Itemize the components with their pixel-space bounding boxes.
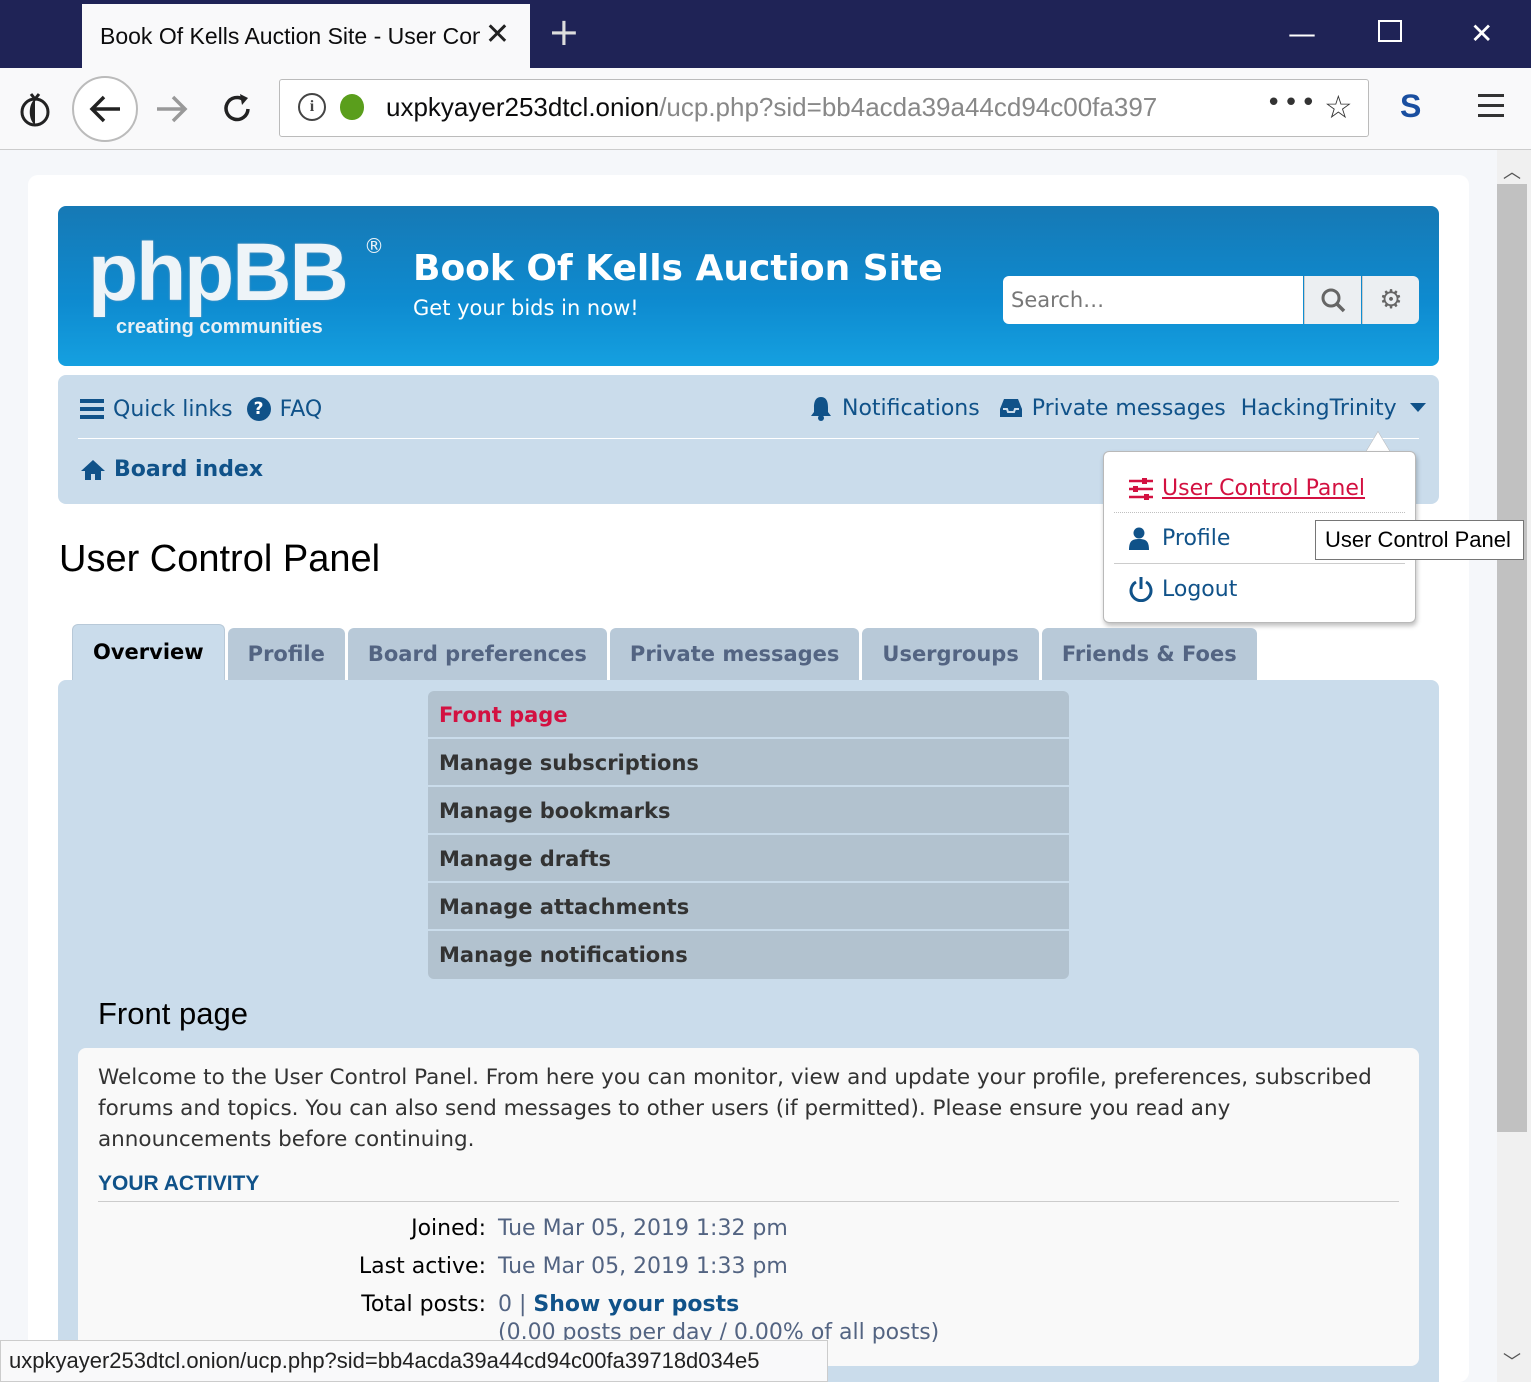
tab-profile[interactable]: Profile xyxy=(227,628,345,680)
caret-down-icon[interactable] xyxy=(1409,402,1427,414)
scroll-up-icon[interactable]: ︿ xyxy=(1503,158,1521,184)
logo-text: phpBB xyxy=(88,227,349,318)
joined-value: Tue Mar 05, 2019 1:32 pm xyxy=(498,1216,788,1241)
close-tab-icon[interactable]: ✕ xyxy=(485,20,510,50)
sliders-icon xyxy=(1129,477,1153,500)
minimize-icon[interactable]: — xyxy=(1288,14,1316,54)
nav-left: Quick links ? FAQ xyxy=(80,395,322,423)
scroll-thumb[interactable] xyxy=(1497,184,1527,1132)
menu-item-logout-label: Logout xyxy=(1162,576,1238,602)
show-posts-link[interactable]: Show your posts xyxy=(533,1292,739,1317)
username-link[interactable]: HackingTrinity xyxy=(1241,396,1397,421)
tab-board-preferences[interactable]: Board preferences xyxy=(347,628,607,680)
browser-toolbar: i uxpkyayer253dtcl.onion/ucp.php?sid=bb4… xyxy=(0,68,1531,150)
vertical-scrollbar[interactable]: ︿ ﹀ xyxy=(1497,150,1531,1382)
menu-divider xyxy=(1114,563,1405,564)
submenu-manage-notifications[interactable]: Manage notifications xyxy=(428,931,1069,979)
joined-label: Joined: xyxy=(411,1216,486,1241)
quick-links[interactable]: Quick links xyxy=(113,397,233,422)
url-host: uxpkyayer253dtcl.onion xyxy=(386,92,660,122)
menu-item-profile[interactable]: Profile xyxy=(1128,526,1230,551)
menu-item-profile-label: Profile xyxy=(1162,526,1231,551)
maximize-icon[interactable] xyxy=(1378,20,1402,42)
tooltip: User Control Panel xyxy=(1315,520,1524,560)
power-icon xyxy=(1129,577,1153,602)
welcome-text: Welcome to the User Control Panel. From … xyxy=(98,1065,1372,1152)
menu-item-ucp[interactable]: User Control Panel xyxy=(1128,476,1365,501)
logo-tagline: creating communities xyxy=(116,316,323,338)
browser-tab[interactable]: Book Of Kells Auction Site - User Contro… xyxy=(82,4,530,68)
page-actions-icon[interactable]: ••• xyxy=(1266,88,1318,118)
notifications-link[interactable]: Notifications xyxy=(842,396,980,421)
private-messages-link[interactable]: Private messages xyxy=(1032,396,1226,421)
new-tab-button[interactable]: + xyxy=(548,12,580,52)
hamburger-menu-icon[interactable] xyxy=(1478,94,1504,124)
status-bar: uxpkyayer253dtcl.onion/ucp.php?sid=bb4ac… xyxy=(0,1340,828,1382)
tab-friends-foes[interactable]: Friends & Foes xyxy=(1041,628,1257,680)
site-header: phpBB creating communities ® Book Of Kel… xyxy=(58,206,1439,366)
menu-item-ucp-label: User Control Panel xyxy=(1162,476,1366,501)
arrow-left-icon xyxy=(89,95,120,123)
gear-icon: ⚙ xyxy=(1379,285,1403,315)
total-posts-label: Total posts: xyxy=(361,1292,486,1317)
board-index-link[interactable]: Board index xyxy=(80,457,263,482)
ucp-tabs: Overview Profile Board preferences Priva… xyxy=(72,624,1260,680)
scroll-down-icon[interactable]: ﹀ xyxy=(1503,1348,1521,1374)
ucp-submenu: Front page Manage subscriptions Manage b… xyxy=(428,691,1069,979)
reload-button[interactable] xyxy=(220,92,254,126)
submenu-manage-bookmarks[interactable]: Manage bookmarks xyxy=(428,787,1069,835)
site-description: Get your bids in now! xyxy=(413,296,639,320)
registered-mark: ® xyxy=(364,234,384,258)
tab-title: Book Of Kells Auction Site - User Contro… xyxy=(100,22,480,49)
home-icon xyxy=(81,459,105,480)
submenu-front-page[interactable]: Front page xyxy=(428,691,1069,739)
extension-s-icon[interactable]: S xyxy=(1400,88,1421,125)
tab-overview[interactable]: Overview xyxy=(72,624,225,680)
question-circle-icon: ? xyxy=(246,397,271,421)
submenu-manage-subscriptions[interactable]: Manage subscriptions xyxy=(428,739,1069,787)
forward-button[interactable] xyxy=(155,94,189,124)
menu-item-logout[interactable]: Logout xyxy=(1128,576,1237,602)
search-input[interactable]: Search… xyxy=(1003,276,1303,324)
url-path: /ucp.php?sid=bb4acda39a44cd94c00fa397 xyxy=(659,92,1158,122)
browser-titlebar: Book Of Kells Auction Site - User Contro… xyxy=(0,0,1531,68)
front-page-content: Welcome to the User Control Panel. From … xyxy=(78,1048,1419,1366)
total-posts-value: 0 | Show your posts xyxy=(498,1292,739,1317)
user-icon xyxy=(1129,527,1149,550)
advanced-search-button[interactable]: ⚙ xyxy=(1362,276,1419,324)
window-close-icon[interactable]: ✕ xyxy=(1470,14,1493,54)
bookmark-star-icon[interactable]: ☆ xyxy=(1324,88,1353,126)
board-index-label: Board index xyxy=(114,457,264,482)
onion-site-icon[interactable] xyxy=(340,94,364,120)
address-bar[interactable]: i uxpkyayer253dtcl.onion/ucp.php?sid=bb4… xyxy=(279,79,1369,137)
nav-right: Notifications Private messages HackingTr… xyxy=(808,395,1427,421)
tor-onion-icon[interactable] xyxy=(18,90,52,128)
menu-divider xyxy=(1114,512,1405,513)
faq-link[interactable]: FAQ xyxy=(280,397,323,422)
page-title: User Control Panel xyxy=(59,538,381,580)
last-active-label: Last active: xyxy=(358,1254,486,1279)
submenu-manage-attachments[interactable]: Manage attachments xyxy=(428,883,1069,931)
inbox-icon xyxy=(999,399,1022,417)
info-icon[interactable]: i xyxy=(298,93,326,121)
section-title: Front page xyxy=(98,996,248,1031)
total-posts-count: 0 xyxy=(498,1292,512,1317)
activity-heading: YOUR ACTIVITY xyxy=(98,1172,260,1195)
total-posts-separator: | xyxy=(519,1292,527,1317)
bell-icon xyxy=(811,397,831,421)
search-button[interactable] xyxy=(1304,276,1361,324)
nav-divider xyxy=(78,438,1419,439)
bars-icon xyxy=(80,395,104,423)
site-title: Book Of Kells Auction Site xyxy=(413,248,943,289)
tab-usergroups[interactable]: Usergroups xyxy=(862,628,1039,680)
last-active-value: Tue Mar 05, 2019 1:33 pm xyxy=(498,1254,788,1279)
back-button[interactable] xyxy=(72,76,138,142)
search-icon xyxy=(1321,288,1346,313)
submenu-manage-drafts[interactable]: Manage drafts xyxy=(428,835,1069,883)
tab-private-messages[interactable]: Private messages xyxy=(609,628,860,680)
url-text[interactable]: uxpkyayer253dtcl.onion/ucp.php?sid=bb4ac… xyxy=(386,92,1196,123)
dropdown-pointer xyxy=(1366,432,1390,452)
site-logo[interactable]: phpBB creating communities ® xyxy=(88,227,384,339)
activity-divider xyxy=(98,1201,1399,1202)
